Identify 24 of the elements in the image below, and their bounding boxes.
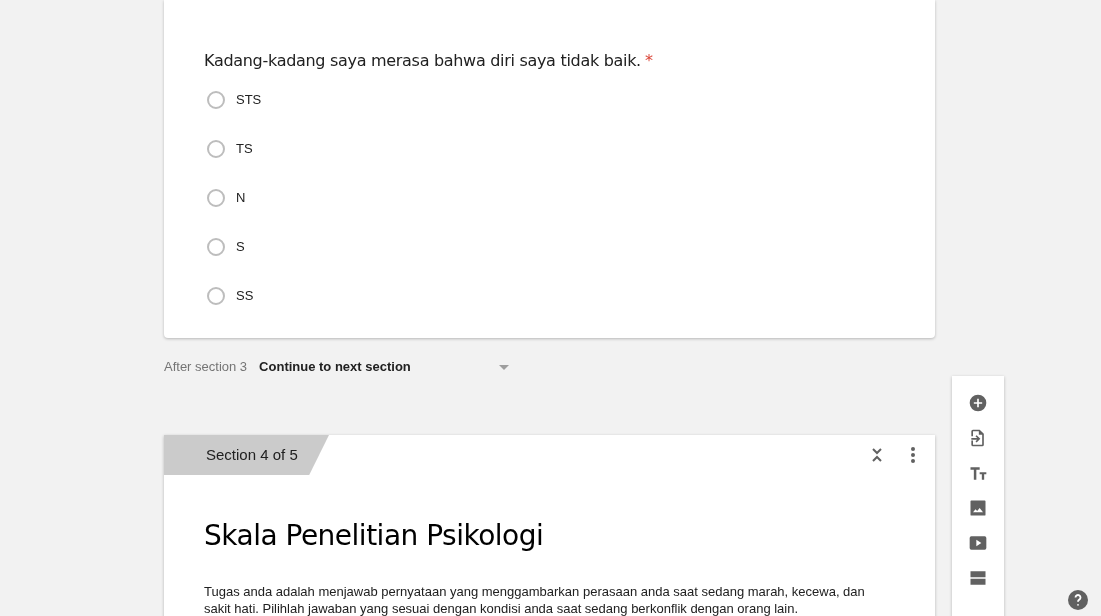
radio-button[interactable] bbox=[207, 139, 225, 158]
add-question-icon[interactable] bbox=[968, 393, 988, 413]
radio-button[interactable] bbox=[207, 237, 225, 256]
collapse-icon[interactable] bbox=[871, 448, 883, 462]
help-icon[interactable] bbox=[1068, 590, 1088, 610]
option-label: TS bbox=[236, 139, 253, 158]
after-section-label: After section 3 bbox=[164, 358, 248, 377]
radio-button[interactable] bbox=[207, 286, 225, 305]
dropdown-arrow-icon bbox=[499, 364, 510, 370]
more-options-icon[interactable] bbox=[911, 447, 915, 463]
radio-button[interactable] bbox=[207, 90, 225, 109]
option-label: N bbox=[236, 188, 246, 207]
section-title: Skala Penelitian Psikologi bbox=[204, 518, 545, 554]
next-section-dropdown[interactable]: Continue to next section bbox=[259, 357, 510, 377]
video-icon[interactable] bbox=[968, 533, 988, 553]
section-description: Tugas anda adalah menjawab pernyataan yang menggambarkan perasaan anda saat sedang marah, kecewa, dan sakit hati. Pilihlah jawaban yang sesuai dengan kondisi anda saat sedang berkonflik dengan orang lain. bbox=[204, 583, 866, 616]
image-icon[interactable] bbox=[968, 498, 988, 518]
radio-button[interactable] bbox=[207, 188, 225, 207]
question-text: Kadang-kadang saya merasa bahwa diri saya tidak baik. * bbox=[204, 50, 654, 72]
option-label: S bbox=[236, 237, 245, 256]
section-icon[interactable] bbox=[968, 568, 988, 588]
required-asterisk: * bbox=[644, 51, 653, 70]
option-label: STS bbox=[236, 90, 262, 109]
option-label: SS bbox=[236, 286, 254, 305]
